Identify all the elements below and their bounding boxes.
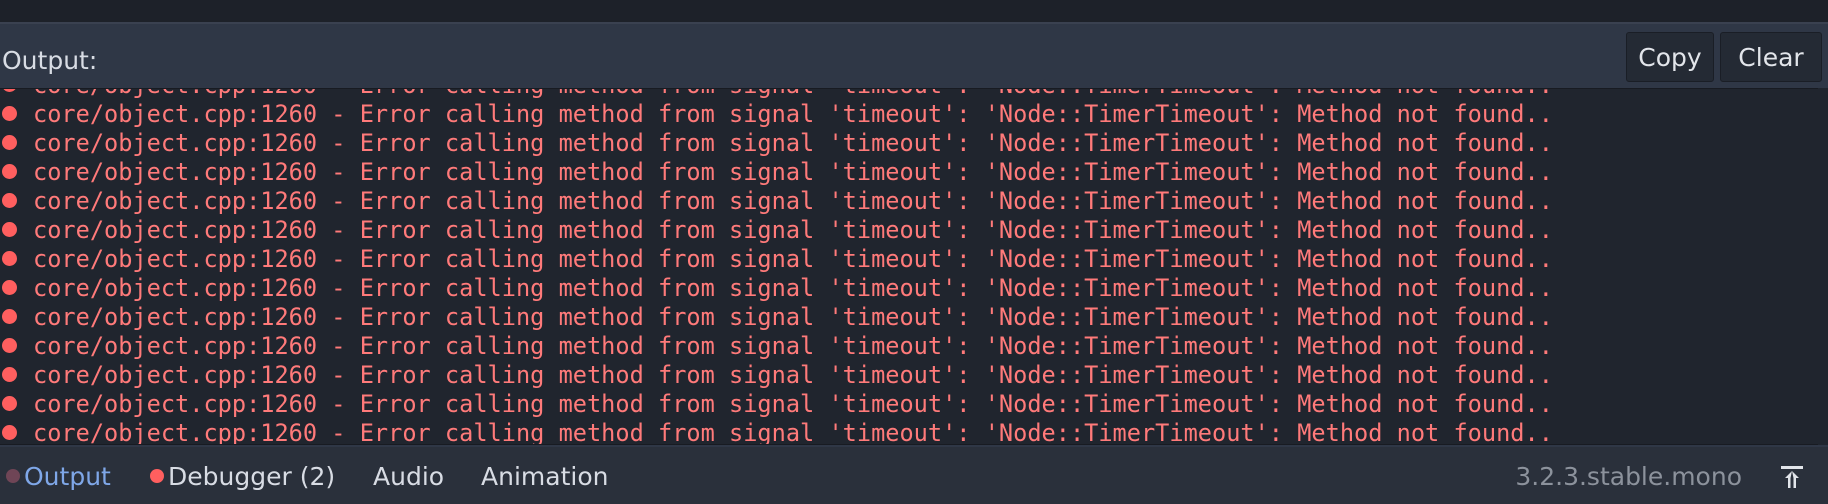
log-line: core/object.cpp:1260 - Error calling met… [0,389,1800,418]
error-dot-icon [2,396,17,411]
clear-button[interactable]: Clear [1720,32,1822,82]
error-dot-icon [2,89,17,92]
log-line-text: core/object.cpp:1260 - Error calling met… [33,389,1553,418]
log-line: core/object.cpp:1260 - Error calling met… [0,302,1800,331]
error-dot-icon [2,135,17,150]
error-dot-icon [2,193,17,208]
log-line-text: core/object.cpp:1260 - Error calling met… [33,244,1553,273]
output-status-dot-icon [6,469,20,483]
log-line: core/object.cpp:1260 - Error calling met… [0,273,1800,302]
tab-output[interactable]: Output [6,459,111,493]
log-line: core/object.cpp:1260 - Error calling met… [0,215,1800,244]
log-line: core/object.cpp:1260 - Error calling met… [0,418,1800,445]
error-dot-icon [2,338,17,353]
error-dot-icon [2,367,17,382]
tab-debugger-label: Debugger (2) [168,461,336,491]
output-title: Output: [2,46,98,75]
tab-animation-label: Animation [481,461,609,491]
output-log[interactable]: core/object.cpp:1260 - Error calling met… [0,88,1820,445]
log-line-text: core/object.cpp:1260 - Error calling met… [33,128,1553,157]
log-line-text: core/object.cpp:1260 - Error calling met… [33,418,1553,445]
copy-button[interactable]: Copy [1626,32,1714,82]
log-line: core/object.cpp:1260 - Error calling met… [0,157,1800,186]
log-line-text: core/object.cpp:1260 - Error calling met… [33,89,1553,99]
log-line: core/object.cpp:1260 - Error calling met… [0,244,1800,273]
log-line-text: core/object.cpp:1260 - Error calling met… [33,186,1553,215]
log-line-text: core/object.cpp:1260 - Error calling met… [33,273,1553,302]
tab-audio[interactable]: Audio [373,459,444,493]
log-line: core/object.cpp:1260 - Error calling met… [0,186,1800,215]
error-dot-icon [2,106,17,121]
tab-output-label: Output [24,461,111,491]
error-dot-icon [2,222,17,237]
log-lines: core/object.cpp:1260 - Error calling met… [0,89,1800,445]
error-dot-icon [2,425,17,440]
log-line-text: core/object.cpp:1260 - Error calling met… [33,331,1553,360]
log-line-text: core/object.cpp:1260 - Error calling met… [33,302,1553,331]
version-label: 3.2.3.stable.mono [1515,461,1742,491]
log-line-partial: core/object.cpp:1260 - Error calling met… [0,89,1800,99]
log-line: core/object.cpp:1260 - Error calling met… [0,360,1800,389]
error-dot-icon [2,164,17,179]
bottom-panel-tabs: Output Debugger (2) Audio Animation 3.2.… [0,447,1828,504]
error-dot-icon [2,309,17,324]
expand-panel-icon[interactable] [1778,463,1806,491]
log-line: core/object.cpp:1260 - Error calling met… [0,128,1800,157]
log-line-text: core/object.cpp:1260 - Error calling met… [33,360,1553,389]
log-line-text: core/object.cpp:1260 - Error calling met… [33,215,1553,244]
tab-animation[interactable]: Animation [481,459,608,493]
log-line-text: core/object.cpp:1260 - Error calling met… [33,157,1553,186]
log-line: core/object.cpp:1260 - Error calling met… [0,99,1800,128]
error-dot-icon [2,280,17,295]
top-divider [0,0,1828,24]
error-dot-icon [2,251,17,266]
log-line-text: core/object.cpp:1260 - Error calling met… [33,99,1553,128]
log-scrollbar[interactable] [1818,88,1828,464]
output-panel: Output: Copy Clear core/object.cpp:1260 … [0,24,1828,464]
tab-audio-label: Audio [373,461,445,491]
log-line: core/object.cpp:1260 - Error calling met… [0,331,1800,360]
tab-debugger[interactable]: Debugger (2) [150,459,335,493]
debugger-error-dot-icon [150,469,164,483]
